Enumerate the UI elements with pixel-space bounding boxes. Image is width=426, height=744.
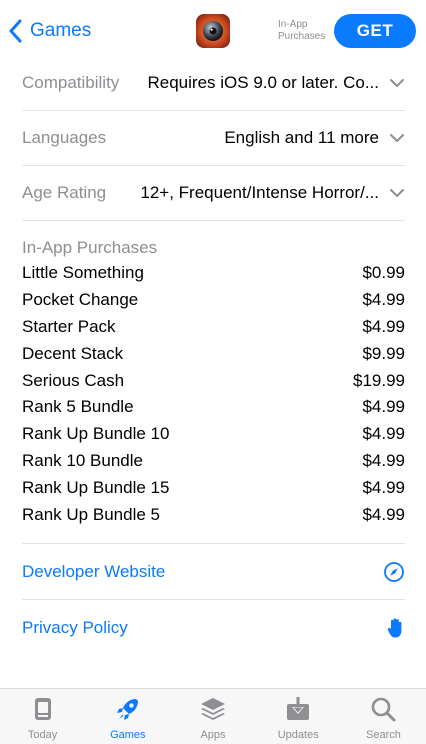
app-icon [196,14,230,48]
back-button[interactable]: Games [8,14,91,48]
compass-icon [384,562,404,582]
iap-name: Serious Cash [22,370,125,390]
privacy-policy-link[interactable]: Privacy Policy [22,600,405,655]
tab-label: Today [27,729,58,741]
age-rating-key: Age Rating [22,183,107,202]
tab-label: Search [365,729,401,741]
iap-price: $4.99 [362,505,405,525]
stack-icon [201,698,225,720]
list-item: Rank Up Bundle 15 $4.99 [22,475,405,502]
list-item: Little Something $0.99 [22,260,405,287]
rocket-icon [116,699,138,720]
list-item: Rank Up Bundle 5 $4.99 [22,502,405,529]
in-app-purchases-list: Little Something $0.99 Pocket Change $4.99… [22,260,405,529]
iap-name: Rank Up Bundle 15 [22,478,170,498]
iap-price: $9.99 [362,343,405,363]
list-item: Starter Pack $4.99 [22,314,405,341]
privacy-policy-label: Privacy Policy [22,617,128,637]
developer-website-label: Developer Website [22,562,166,581]
age-rating-value: 12+, Frequent/Intense Horror/... [140,183,379,202]
list-item: Pocket Change $4.99 [22,287,405,314]
iap-name: Little Something [22,263,144,282]
iap-name: Rank 5 Bundle [22,397,134,417]
hand-icon [387,617,402,637]
compatibility-key: Compatibility [22,73,120,92]
chevron-left-icon [9,19,22,43]
tab-apps[interactable]: Apps [170,689,255,744]
tab-label: Apps [200,729,226,741]
iap-price: $4.99 [362,397,405,417]
chevron-down-icon [390,189,404,197]
languages-value-group: English and 11 more [224,128,405,148]
list-item: Serious Cash $19.99 [22,368,405,395]
today-icon [34,698,51,720]
compatibility-value-group: Requires iOS 9.0 or later. Co... [148,73,406,93]
iap-note-line1: In-App [278,19,308,30]
tab-label: Games [110,729,146,741]
list-item: Decent Stack $9.99 [22,341,405,368]
list-item: Rank 5 Bundle $4.99 [22,394,405,421]
iap-price: $0.99 [362,263,405,282]
iap-note-line2: Purchases [278,31,326,42]
back-label: Games [30,20,92,41]
iap-name: Rank Up Bundle 5 [22,505,160,525]
tab-updates[interactable]: Updates [256,689,341,744]
iap-price: $4.99 [362,451,405,471]
iap-name: Decent Stack [22,343,124,363]
iap-price: $4.99 [362,424,405,444]
iap-price: $4.99 [362,316,405,336]
age-rating-value-group: 12+, Frequent/Intense Horror/... [140,183,405,203]
chevron-down-icon [390,134,404,142]
in-app-purchases-note: In-App Purchases [278,19,325,43]
developer-website-link[interactable]: Developer Website [22,545,405,600]
in-app-purchases-title: In-App Purchases [22,238,158,257]
tab-games[interactable]: Games [85,689,170,744]
search-icon [372,697,396,722]
compatibility-value: Requires iOS 9.0 or later. Co... [147,73,380,92]
iap-name: Rank 10 Bundle [22,451,143,471]
iap-name: Pocket Change [22,289,139,309]
tab-label: Updates [277,729,319,741]
iap-name: Rank Up Bundle 10 [22,424,170,444]
iap-price: $19.99 [353,370,405,390]
languages-key: Languages [22,128,107,147]
in-app-purchases-section: In-App Purchases Little Something $0.99 P… [22,236,405,544]
languages-value: English and 11 more [224,128,379,147]
list-item: Rank 10 Bundle $4.99 [22,448,405,475]
iap-name: Starter Pack [22,316,116,336]
tab-search[interactable]: Search [341,689,426,744]
tab-today[interactable]: Today [0,689,85,744]
languages-row[interactable]: Languages English and 11 more [22,111,405,166]
compatibility-row[interactable]: Compatibility Requires iOS 9.0 or later.… [22,56,405,111]
navigation-bar: Games In-App Purchases GET [0,0,426,62]
iap-price: $4.99 [362,478,405,498]
get-button[interactable]: GET [334,14,416,48]
download-icon [287,697,310,720]
age-rating-row[interactable]: Age Rating 12+, Frequent/Intense Horror/… [22,166,405,221]
chevron-down-icon [390,79,404,87]
list-item: Rank Up Bundle 10 $4.99 [22,421,405,448]
tab-bar: Today Games Apps Updates Search [0,688,426,744]
iap-price: $4.99 [362,289,405,309]
